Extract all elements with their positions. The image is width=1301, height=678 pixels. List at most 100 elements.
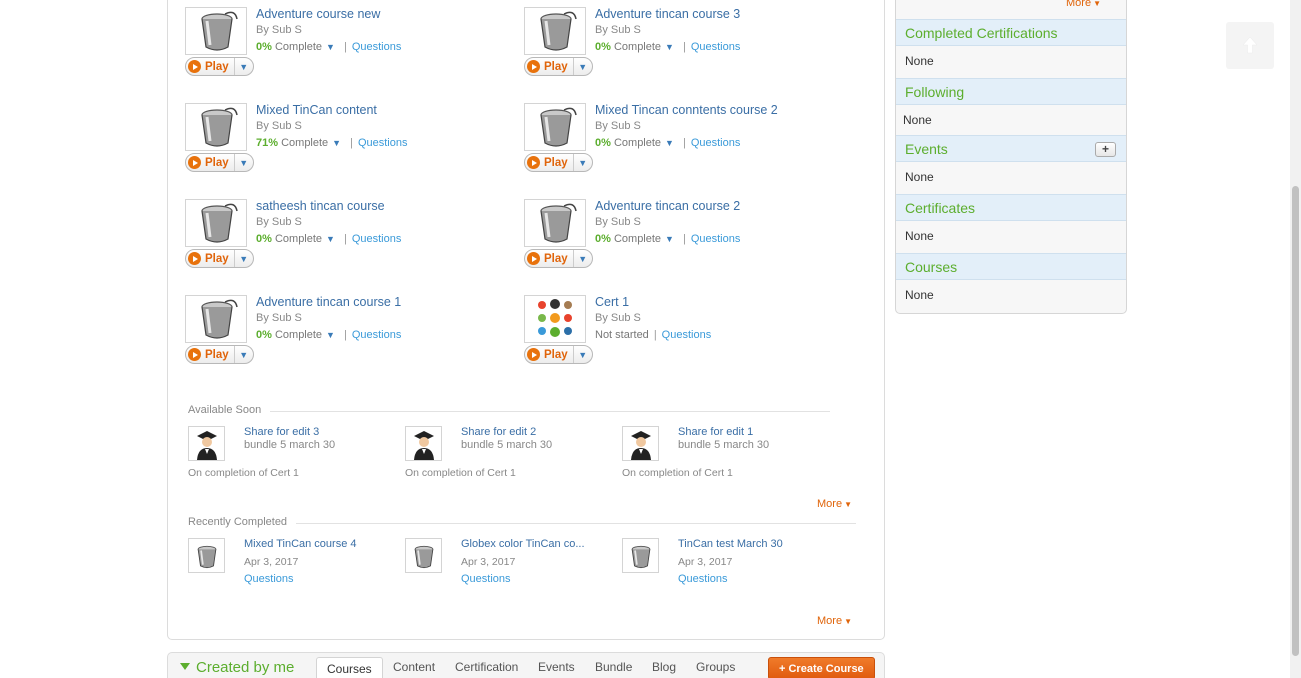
play-dropdown-icon[interactable]: ▼	[574, 58, 592, 75]
play-button[interactable]: Play	[186, 346, 235, 363]
recently-completed-more-link[interactable]: More ▼	[817, 615, 852, 627]
tab-content[interactable]: Content	[393, 660, 435, 674]
course-thumbnail[interactable]	[524, 295, 586, 343]
created-by-me-toggle[interactable]: Created by me	[180, 659, 294, 676]
questions-link[interactable]: Questions	[691, 233, 741, 245]
tab-bundle[interactable]: Bundle	[595, 660, 632, 674]
play-dropdown-icon[interactable]: ▼	[574, 250, 592, 267]
course-title-link[interactable]: Adventure course new	[256, 7, 380, 21]
available-item-condition: On completion of Cert 1	[188, 467, 299, 479]
course-card: Mixed Tincan conntents course 2 By Sub S…	[524, 103, 844, 183]
bucket-icon	[201, 299, 238, 339]
course-author: By Sub S	[256, 216, 302, 228]
questions-link[interactable]: Questions	[352, 329, 402, 341]
tab-groups[interactable]: Groups	[696, 660, 735, 674]
play-button[interactable]: Play	[186, 154, 235, 171]
tab-blog[interactable]: Blog	[652, 660, 676, 674]
completed-item-title[interactable]: Mixed TinCan course 4	[244, 538, 357, 550]
collapse-triangle-icon	[180, 663, 190, 670]
progress-dropdown-icon[interactable]: ▼	[665, 42, 674, 52]
available-item-title[interactable]: Share for edit 3	[244, 426, 319, 438]
play-button[interactable]: Play	[525, 154, 574, 171]
play-dropdown-icon[interactable]: ▼	[235, 58, 253, 75]
course-thumbnail[interactable]	[524, 199, 586, 247]
item-thumbnail[interactable]	[622, 426, 659, 461]
separator: |	[653, 329, 657, 341]
course-title-link[interactable]: Adventure tincan course 2	[595, 199, 740, 213]
sidebar-section-header: Events +	[896, 135, 1126, 162]
progress-dropdown-icon[interactable]: ▼	[326, 234, 335, 244]
graduate-icon	[414, 431, 434, 460]
questions-link[interactable]: Questions	[691, 41, 741, 53]
sidebar-section-header: Courses	[896, 253, 1126, 280]
play-button-group: Play ▼	[185, 57, 254, 76]
questions-link[interactable]: Questions	[352, 233, 402, 245]
play-dropdown-icon[interactable]: ▼	[235, 250, 253, 267]
questions-link[interactable]: Questions	[358, 137, 408, 149]
item-thumbnail[interactable]	[405, 538, 442, 573]
completed-item-title[interactable]: TinCan test March 30	[678, 538, 783, 550]
separator: |	[343, 233, 347, 245]
questions-link[interactable]: Questions	[461, 573, 511, 585]
tab-courses[interactable]: Courses	[316, 657, 383, 678]
play-dropdown-icon[interactable]: ▼	[235, 154, 253, 171]
sidebar-more-link[interactable]: More ▼	[1066, 0, 1101, 9]
certificate-icon	[538, 299, 572, 337]
tab-certification[interactable]: Certification	[455, 660, 518, 674]
page-scrollbar[interactable]	[1290, 0, 1301, 678]
enrolled-courses-panel: Adventure course new By Sub S 0% Complet…	[167, 0, 885, 640]
completed-item-title[interactable]: Globex color TinCan co...	[461, 538, 585, 550]
course-title-link[interactable]: Mixed TinCan content	[256, 103, 377, 117]
progress-dropdown-icon[interactable]: ▼	[665, 138, 674, 148]
course-thumbnail[interactable]	[185, 295, 247, 343]
item-thumbnail[interactable]	[405, 426, 442, 461]
questions-link[interactable]: Questions	[691, 137, 741, 149]
play-button[interactable]: Play	[186, 250, 235, 267]
course-thumbnail[interactable]	[524, 7, 586, 55]
available-item-condition: On completion of Cert 1	[405, 467, 516, 479]
play-dropdown-icon[interactable]: ▼	[574, 346, 592, 363]
item-thumbnail[interactable]	[188, 538, 225, 573]
progress-label: Complete	[613, 41, 662, 53]
play-dropdown-icon[interactable]: ▼	[235, 346, 253, 363]
play-dropdown-icon[interactable]: ▼	[574, 154, 592, 171]
progress-dropdown-icon[interactable]: ▼	[665, 234, 674, 244]
create-course-button[interactable]: + Create Course	[768, 657, 875, 678]
questions-link[interactable]: Questions	[244, 573, 294, 585]
item-thumbnail[interactable]	[188, 426, 225, 461]
progress-label: Complete	[613, 137, 662, 149]
play-label: Play	[544, 156, 568, 169]
play-icon	[188, 60, 201, 73]
available-item-title[interactable]: Share for edit 2	[461, 426, 536, 438]
course-thumbnail[interactable]	[185, 199, 247, 247]
tab-events[interactable]: Events	[538, 660, 575, 674]
course-thumbnail[interactable]	[185, 103, 247, 151]
item-thumbnail[interactable]	[622, 538, 659, 573]
play-button[interactable]: Play	[525, 250, 574, 267]
scrollbar-thumb[interactable]	[1292, 186, 1299, 656]
course-progress: 71% Complete ▼ | Questions	[256, 137, 407, 149]
available-item-title[interactable]: Share for edit 1	[678, 426, 753, 438]
course-title-link[interactable]: Adventure tincan course 1	[256, 295, 401, 309]
progress-dropdown-icon[interactable]: ▼	[326, 42, 335, 52]
scroll-to-top-button[interactable]	[1226, 22, 1274, 69]
course-title-link[interactable]: Mixed Tincan conntents course 2	[595, 103, 778, 117]
course-title-link[interactable]: Adventure tincan course 3	[595, 7, 740, 21]
progress-dropdown-icon[interactable]: ▼	[326, 330, 335, 340]
play-button[interactable]: Play	[525, 58, 574, 75]
add-event-button[interactable]: +	[1095, 142, 1116, 157]
progress-percent: 0%	[256, 233, 272, 245]
completed-item-date: Apr 3, 2017	[461, 556, 516, 568]
course-title-link[interactable]: satheesh tincan course	[256, 199, 385, 213]
course-thumbnail[interactable]	[185, 7, 247, 55]
course-progress: 0% Complete ▼ | Questions	[595, 41, 740, 53]
available-soon-more-link[interactable]: More ▼	[817, 498, 852, 510]
play-button[interactable]: Play	[525, 346, 574, 363]
questions-link[interactable]: Questions	[662, 329, 712, 341]
questions-link[interactable]: Questions	[678, 573, 728, 585]
course-thumbnail[interactable]	[524, 103, 586, 151]
play-button[interactable]: Play	[186, 58, 235, 75]
questions-link[interactable]: Questions	[352, 41, 402, 53]
progress-dropdown-icon[interactable]: ▼	[332, 138, 341, 148]
course-title-link[interactable]: Cert 1	[595, 295, 629, 309]
